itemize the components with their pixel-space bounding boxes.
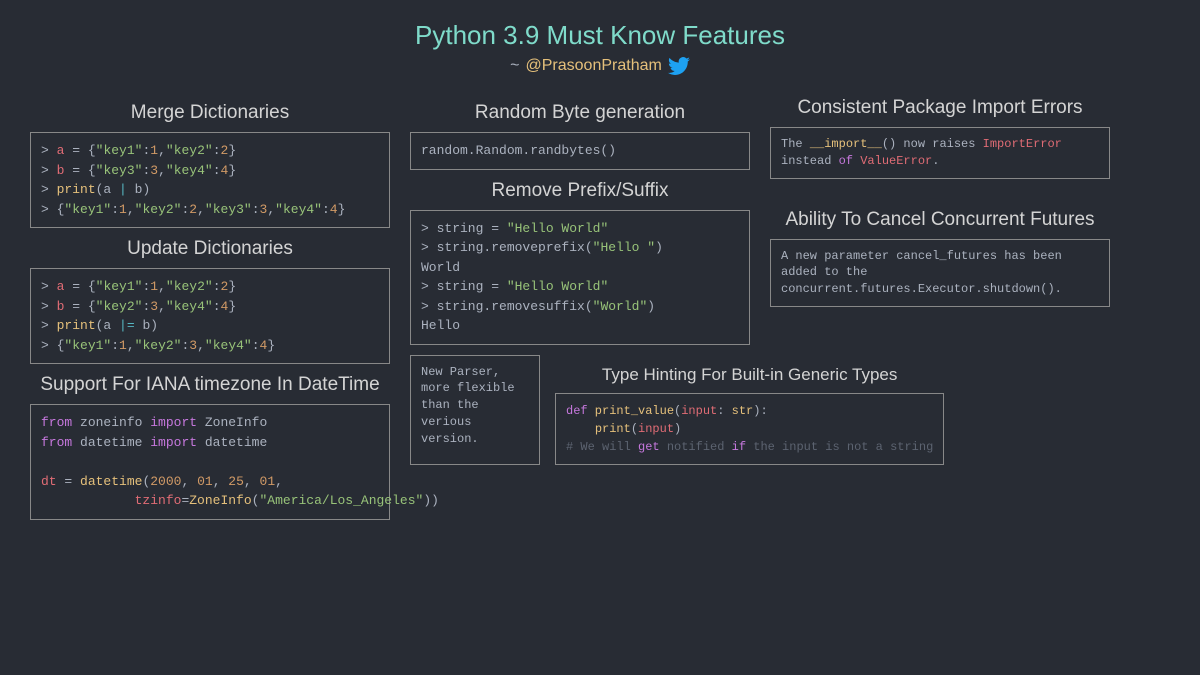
iana-code: from zoneinfo import ZoneInfo from datet… <box>30 404 390 520</box>
iana-title: Support For IANA timezone In DateTime <box>30 374 390 396</box>
prefix-title: Remove Prefix/Suffix <box>410 180 750 202</box>
update-code: > a = {"key1":1,"key2":2} > b = {"key2":… <box>30 268 390 364</box>
typehint-code: def print_value(input: str): print(input… <box>555 393 944 465</box>
import-info: The __import__() now raises ImportError … <box>770 127 1110 179</box>
page-title: Python 3.9 Must Know Features <box>30 20 1170 51</box>
update-title: Update Dictionaries <box>30 238 390 260</box>
cancel-title: Ability To Cancel Concurrent Futures <box>770 209 1110 231</box>
import-title: Consistent Package Import Errors <box>770 97 1110 119</box>
random-title: Random Byte generation <box>410 102 750 124</box>
author-line: ~ @PrasoonPratham <box>30 55 1170 77</box>
merge-code: > a = {"key1":1,"key2":2} > b = {"key3":… <box>30 132 390 228</box>
author-handle: @PrasoonPratham <box>526 57 662 75</box>
prefix-code: > string = "Hello World" > string.remove… <box>410 210 750 345</box>
parser-info: New Parser, more flexible than the verio… <box>410 355 540 465</box>
tilde: ~ <box>510 57 519 75</box>
twitter-icon <box>668 55 690 77</box>
typehint-title: Type Hinting For Built-in Generic Types <box>555 365 944 385</box>
cancel-info: A new parameter cancel_futures has been … <box>770 239 1110 307</box>
merge-title: Merge Dictionaries <box>30 102 390 124</box>
random-code: random.Random.randbytes() <box>410 132 750 170</box>
